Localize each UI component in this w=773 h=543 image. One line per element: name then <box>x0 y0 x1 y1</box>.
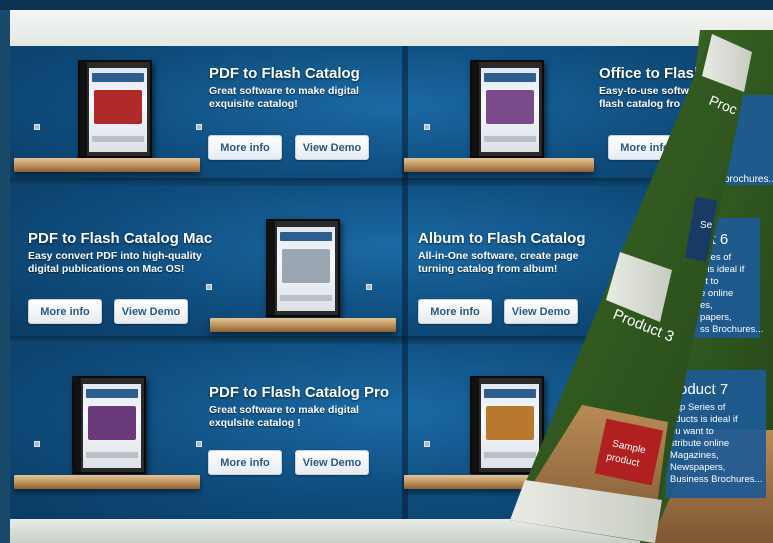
shelf-peg <box>424 441 430 447</box>
product-description: Great software to make digital exquisite … <box>209 85 359 110</box>
more-info-button[interactable]: More info <box>418 299 492 324</box>
top-band <box>0 0 773 10</box>
svg-text:papers,: papers, <box>700 312 732 323</box>
product-box-image[interactable] <box>470 376 544 474</box>
product-card: PDF to Flash Catalog Great software to m… <box>10 46 402 184</box>
product-card: PDF to Flash Catalog Pro Great software … <box>10 341 402 519</box>
svg-text:ss Brochures...: ss Brochures... <box>700 324 763 335</box>
svg-text:Magazines,: Magazines, <box>670 450 719 461</box>
more-info-button[interactable]: More info <box>208 135 282 160</box>
shelf-peg <box>196 124 202 130</box>
svg-text:ou want to: ou want to <box>670 426 714 437</box>
product-description: Easy convert PDF into high-quality digita… <box>28 250 202 275</box>
small-product-label: Se <box>700 220 713 231</box>
shelf-peg <box>424 124 430 130</box>
product-description: Great software to make digital exqulsite … <box>209 404 359 429</box>
view-demo-button[interactable]: View Demo <box>114 299 188 324</box>
shelf-peg <box>206 284 212 290</box>
product-box-image[interactable] <box>72 376 146 474</box>
product-description: Easy-to-use softw flash catalog fro <box>599 85 689 110</box>
product-title[interactable]: PDF to Flash Catalog Mac <box>28 230 212 247</box>
shelf-plank <box>14 475 200 489</box>
catalog-page: PDF to Flash Catalog Great software to m… <box>0 0 773 543</box>
shelf-plank <box>14 158 200 172</box>
svg-text:oducts is ideal if: oducts is ideal if <box>670 414 738 425</box>
svg-text:e online: e online <box>700 288 733 299</box>
view-demo-button[interactable]: View Demo <box>295 135 369 160</box>
more-info-button[interactable]: More info <box>208 450 282 475</box>
svg-text:Business Brochures...: Business Brochures... <box>670 474 762 485</box>
view-demo-button[interactable]: View Demo <box>295 450 369 475</box>
product-title[interactable]: Office to Flash <box>599 65 703 82</box>
product-box-image[interactable] <box>470 60 544 158</box>
shelf-peg <box>34 441 40 447</box>
top-bar <box>10 10 773 46</box>
shelf-peg <box>34 124 40 130</box>
product-card: PDF to Flash Catalog Mac Easy convert PD… <box>10 184 402 341</box>
shelf-plank <box>210 318 396 332</box>
product-title[interactable]: Album to Flash Catalog <box>418 230 586 247</box>
svg-text:es,: es, <box>700 300 713 311</box>
view-demo-button[interactable]: View Demo <box>504 299 578 324</box>
shelf-peg <box>366 284 372 290</box>
product-box-image[interactable] <box>78 60 152 158</box>
shelf-peg <box>196 441 202 447</box>
product-box-image[interactable] <box>266 219 340 317</box>
more-info-button[interactable]: More info <box>28 299 102 324</box>
product-title[interactable]: PDF to Flash Catalog <box>209 65 360 82</box>
svg-text:Newspapers,: Newspapers, <box>670 462 725 473</box>
left-frame <box>0 10 10 543</box>
product-description: All-in-One software, create page turning … <box>418 250 579 275</box>
brochures-text: brochures... <box>724 174 773 185</box>
shelf-plank <box>404 158 594 172</box>
product-title[interactable]: PDF to Flash Catalog Pro <box>209 384 389 401</box>
svg-text:stribute online: stribute online <box>670 438 729 449</box>
